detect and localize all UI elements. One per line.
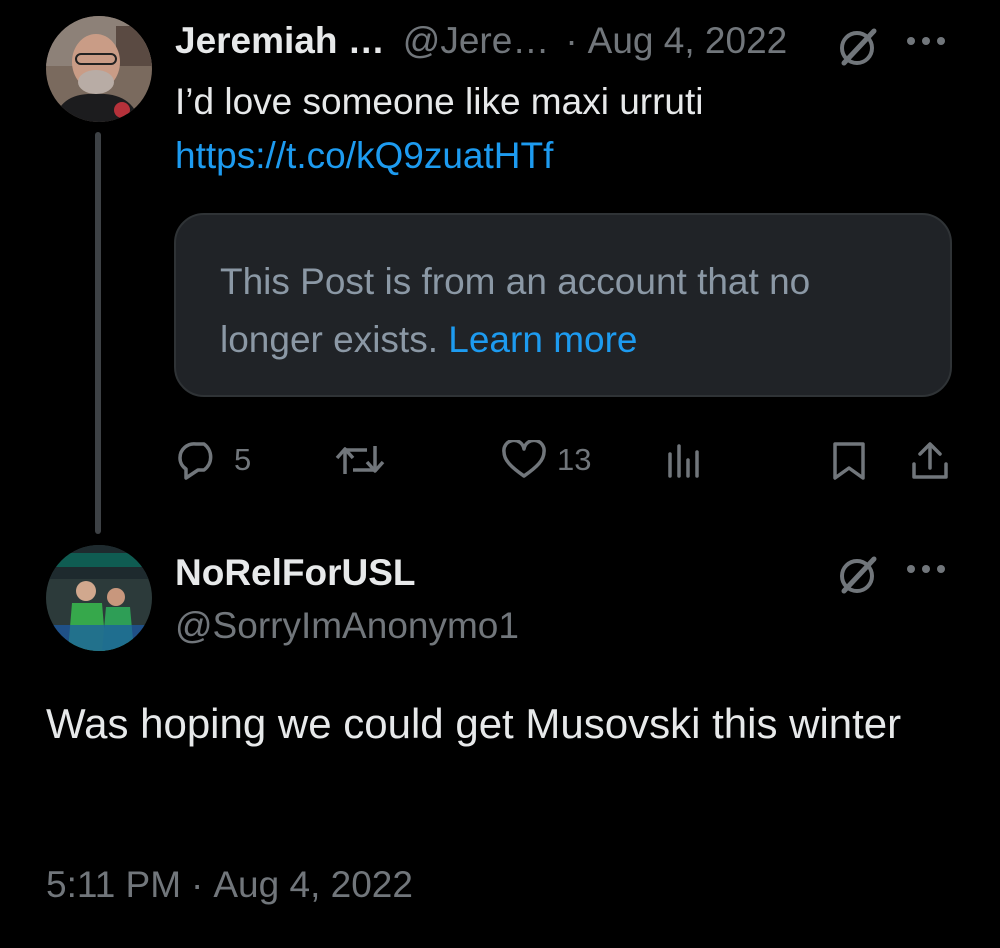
- bookmark-button[interactable]: [830, 440, 868, 482]
- share-button[interactable]: [910, 440, 950, 482]
- unavailable-quote-card: This Post is from an account that no lon…: [174, 213, 952, 397]
- bookmark-icon: [833, 442, 865, 480]
- main-tweet-timestamp[interactable]: 5:11 PM · Aug 4, 2022: [46, 864, 413, 906]
- reply-icon: [178, 442, 213, 480]
- parent-tweet-header: Jeremiah … @Jere… · Aug 4, 2022: [175, 18, 787, 64]
- more-icon[interactable]: [904, 562, 948, 576]
- main-tweet-time: 5:11 PM: [46, 864, 182, 905]
- main-tweet-text: Was hoping we could get Musovski this wi…: [46, 700, 902, 747]
- parent-author-name[interactable]: Jeremiah …: [175, 20, 385, 62]
- parent-author-handle[interactable]: @Jere…: [403, 20, 550, 62]
- grok-icon[interactable]: [836, 553, 880, 597]
- like-count: 13: [557, 442, 592, 477]
- like-button[interactable]: 13: [501, 440, 591, 480]
- main-author-avatar[interactable]: [46, 545, 152, 651]
- main-tweet-date: Aug 4, 2022: [213, 864, 413, 905]
- reply-button[interactable]: 5: [176, 440, 251, 480]
- share-icon: [912, 442, 948, 479]
- parent-tweet-link[interactable]: https://t.co/kQ9zuatHTf: [175, 129, 553, 183]
- views-icon: [668, 444, 699, 478]
- parent-tweet-text: I’d love someone like maxi urruti: [175, 81, 704, 122]
- grok-icon[interactable]: [836, 25, 880, 69]
- header-separator: ·: [565, 20, 578, 61]
- main-author-name[interactable]: NoRelForUSL: [175, 552, 416, 594]
- timestamp-separator: ·: [191, 864, 204, 905]
- parent-author-avatar[interactable]: [46, 16, 152, 122]
- views-button[interactable]: [664, 440, 704, 480]
- learn-more-link[interactable]: Learn more: [448, 319, 637, 360]
- parent-tweet-date[interactable]: Aug 4, 2022: [588, 20, 788, 62]
- reply-count: 5: [234, 442, 252, 477]
- retweet-button[interactable]: [333, 440, 397, 480]
- main-author-handle[interactable]: @SorryImAnonymo1: [175, 605, 519, 647]
- retweet-icon: [335, 446, 385, 474]
- heart-icon: [502, 440, 546, 478]
- thread-connector-line: [95, 132, 101, 534]
- more-icon[interactable]: [904, 34, 948, 48]
